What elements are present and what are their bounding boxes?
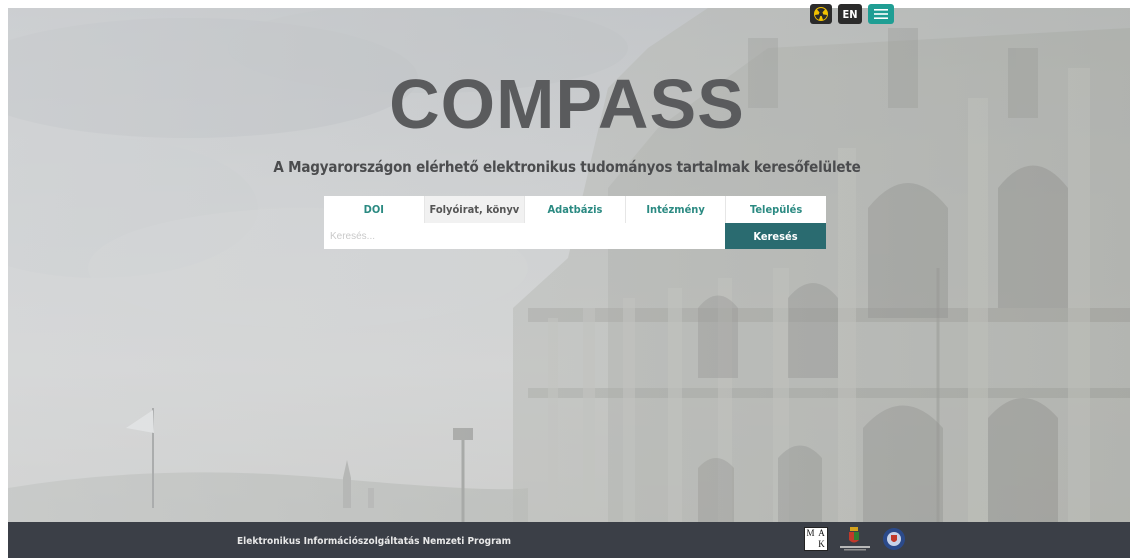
footer-logos: M A K bbox=[804, 526, 906, 552]
site-tagline: A Magyarországon elérhető elektronikus t… bbox=[273, 158, 861, 176]
search-input[interactable] bbox=[324, 223, 725, 249]
mak-logo[interactable]: M A K bbox=[804, 527, 828, 551]
tab-database[interactable]: Adatbázis bbox=[525, 196, 626, 223]
footer: Elektronikus Információszolgáltatás Nemz… bbox=[8, 522, 1130, 558]
search-button[interactable]: Keresés bbox=[725, 223, 826, 249]
tab-settlement[interactable]: Település bbox=[726, 196, 826, 223]
university-seal-logo[interactable] bbox=[882, 527, 906, 551]
tab-doi[interactable]: DOI bbox=[324, 196, 425, 223]
high-contrast-button[interactable] bbox=[810, 4, 832, 24]
footer-program-text: Elektronikus Információszolgáltatás Nemz… bbox=[237, 536, 511, 547]
hungarian-coat-of-arms-logo[interactable] bbox=[838, 526, 872, 552]
mak-logo-letter: K bbox=[818, 539, 825, 549]
language-switch-button[interactable]: EN bbox=[838, 4, 862, 24]
menu-button[interactable] bbox=[868, 4, 894, 24]
site-title: COMPASS bbox=[389, 65, 745, 143]
mak-logo-letter bbox=[805, 539, 816, 550]
search-row: Keresés bbox=[324, 223, 826, 249]
mak-logo-letter: M bbox=[806, 528, 815, 538]
tab-institution[interactable]: Intézmény bbox=[625, 196, 727, 223]
mak-logo-letter: A bbox=[818, 528, 825, 538]
hamburger-menu-icon bbox=[874, 9, 888, 19]
high-contrast-icon bbox=[814, 7, 828, 21]
tab-journal-book[interactable]: Folyóirat, könyv bbox=[424, 196, 526, 223]
top-controls: EN bbox=[810, 4, 894, 24]
search-type-tabs: DOI Folyóirat, könyv Adatbázis Intézmény… bbox=[324, 196, 826, 223]
search-panel: DOI Folyóirat, könyv Adatbázis Intézmény… bbox=[324, 196, 826, 249]
